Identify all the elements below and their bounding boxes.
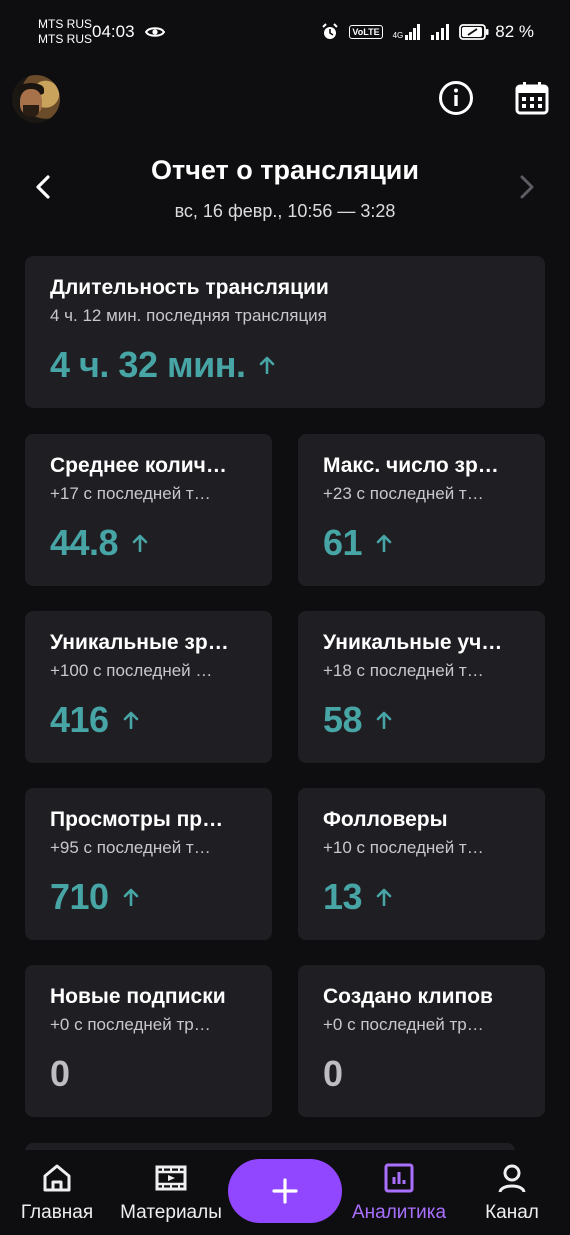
arrow-up-icon — [376, 711, 392, 729]
followers-card[interactable]: Фолловеры +10 с последней т… 13 — [298, 788, 545, 940]
arrow-up-icon — [123, 888, 138, 906]
status-icons: VoLTE 4G 82 % — [321, 22, 534, 42]
stream-date-range: вс, 16 февр., 10:56 — 3:28 — [174, 201, 396, 221]
card-title: Фолловеры — [323, 808, 448, 831]
card-comparison: +95 с последней т… — [50, 838, 211, 857]
card-comparison: +18 с последней т… — [323, 661, 484, 680]
card-comparison: +17 с последней т… — [50, 484, 211, 503]
card-title: Новые подписки — [50, 985, 226, 1008]
card-value-row: 4 ч. 32 мин. — [50, 344, 520, 386]
unique-chatters-card[interactable]: Уникальные уч… +18 с последней т… 58 — [298, 611, 545, 763]
tab-home[interactable]: Главная — [15, 1150, 99, 1235]
card-value: 416 — [50, 699, 109, 740]
arrow-up-icon — [260, 356, 275, 374]
battery-level: 82 % — [495, 22, 534, 41]
card-value: 4 ч. 32 мин. — [50, 344, 246, 385]
card-comparison: +0 с последней тр… — [50, 1015, 211, 1034]
chevron-right-icon[interactable] — [512, 172, 540, 202]
card-value: 58 — [323, 699, 363, 740]
card-title: Просмотры пр… — [50, 808, 224, 831]
home-icon — [43, 1164, 71, 1192]
film-icon — [155, 1165, 187, 1191]
page-title: Отчет о трансляции — [150, 155, 420, 185]
card-title: Уникальные уч… — [323, 631, 503, 654]
card-comparison: +23 с последней т… — [323, 484, 484, 503]
card-value-row: 416 — [50, 699, 247, 741]
calendar-icon[interactable] — [514, 80, 550, 116]
create-button[interactable] — [228, 1159, 342, 1223]
card-value: 44.8 — [50, 522, 119, 563]
unique-viewers-card[interactable]: Уникальные зр… +100 с последней … 416 — [25, 611, 272, 763]
battery-indicator: 82 % — [459, 22, 534, 42]
carrier-2: MTS RUS — [38, 32, 92, 46]
clips-created-card[interactable]: Создано клипов +0 с последней тр… 0 — [298, 965, 545, 1117]
avg-viewers-card[interactable]: Среднее колич… +17 с последней т… 44.8 — [25, 434, 272, 586]
signal-icon: 4G — [393, 24, 422, 40]
card-value-row: 58 — [323, 699, 520, 741]
card-title: Длительность трансляции — [50, 276, 329, 299]
signal-2-icon — [431, 24, 450, 40]
volte-badge: VoLTE — [349, 25, 383, 39]
eye-icon — [145, 27, 165, 37]
status-bar: MTS RUS MTS RUS 04:03 VoLTE 4G 82 % — [0, 0, 570, 62]
tab-content[interactable]: Материалы — [113, 1150, 229, 1235]
card-title: Макс. число зр… — [323, 454, 499, 477]
new-subs-card[interactable]: Новые подписки +0 с последней тр… 0 — [25, 965, 272, 1117]
avatar[interactable] — [12, 75, 60, 123]
card-value: 710 — [50, 876, 109, 917]
arrow-up-icon — [376, 888, 392, 906]
max-viewers-card[interactable]: Макс. число зр… +23 с последней т… 61 — [298, 434, 545, 586]
card-title: Среднее колич… — [50, 454, 227, 477]
battery-icon — [459, 24, 489, 40]
card-title: Уникальные зр… — [50, 631, 229, 654]
card-value-row: 61 — [323, 522, 520, 564]
stream-duration-card[interactable]: Длительность трансляции 4 ч. 12 мин. пос… — [25, 256, 545, 408]
card-value: 13 — [323, 876, 363, 917]
tab-label: Канал — [485, 1202, 539, 1223]
card-comparison: 4 ч. 12 мин. последняя трансляция — [50, 306, 327, 325]
tab-analytics[interactable]: Аналитика — [344, 1150, 454, 1235]
card-value-row: 710 — [50, 876, 247, 918]
user-icon — [498, 1164, 526, 1193]
tab-channel[interactable]: Канал — [478, 1150, 546, 1235]
tab-label: Главная — [20, 1202, 94, 1223]
stream-report-screen: MTS RUS MTS RUS 04:03 VoLTE 4G 82 % Отче… — [0, 0, 570, 1235]
tab-label: Материалы — [120, 1202, 222, 1223]
analytics-icon — [384, 1163, 414, 1193]
carrier-labels: MTS RUS MTS RUS — [38, 17, 92, 47]
card-value-row: 0 — [323, 1053, 520, 1095]
arrow-up-icon — [132, 534, 148, 552]
arrow-up-icon — [123, 711, 138, 729]
card-value: 0 — [323, 1053, 343, 1094]
card-value: 61 — [323, 522, 363, 563]
card-value: 0 — [50, 1053, 70, 1094]
info-icon[interactable] — [438, 80, 474, 116]
plus-icon — [272, 1178, 298, 1204]
card-comparison: +100 с последней … — [50, 661, 213, 680]
tab-label: Аналитика — [351, 1202, 447, 1223]
network-type: 4G — [392, 31, 404, 40]
card-value-row: 0 — [50, 1053, 247, 1095]
card-comparison: +0 с последней тр… — [323, 1015, 484, 1034]
alarm-icon — [322, 23, 339, 39]
card-value-row: 44.8 — [50, 522, 247, 564]
carrier-1: MTS RUS — [38, 17, 92, 31]
views-card[interactable]: Просмотры пр… +95 с последней т… 710 — [25, 788, 272, 940]
arrow-up-icon — [376, 534, 392, 552]
card-value-row: 13 — [323, 876, 520, 918]
card-comparison: +10 с последней т… — [323, 838, 484, 857]
status-time: 04:03 — [92, 22, 135, 41]
card-title: Создано клипов — [323, 985, 493, 1008]
